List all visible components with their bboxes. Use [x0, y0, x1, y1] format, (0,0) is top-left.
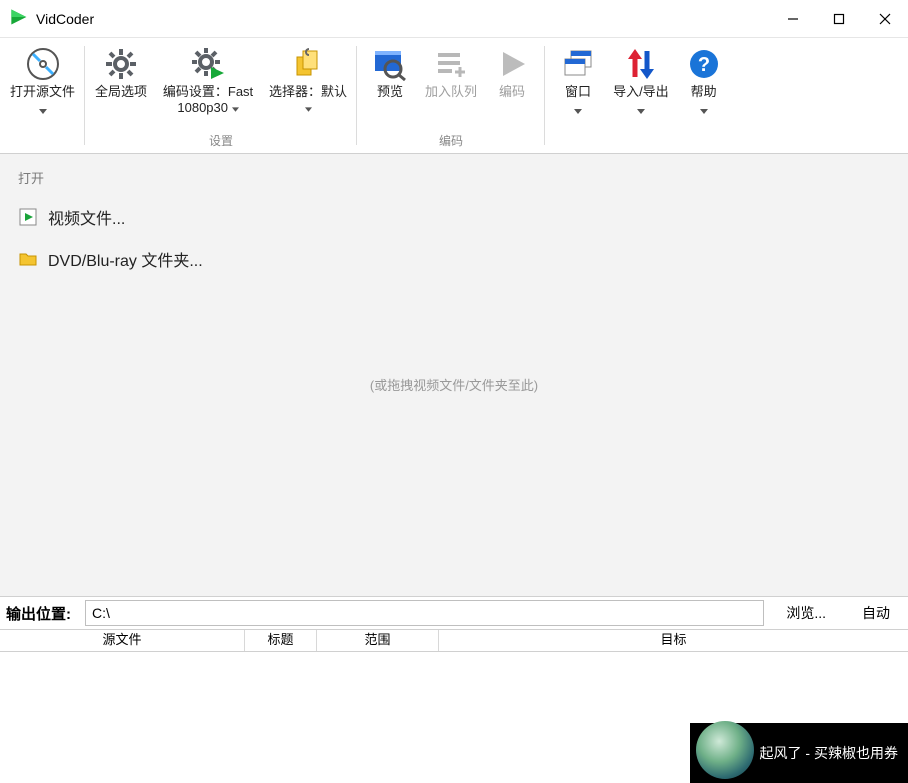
preview-icon — [372, 46, 408, 82]
album-art-icon — [696, 721, 754, 779]
preview-label: 预览 — [377, 84, 403, 100]
output-row: 输出位置: 浏览... 自动 — [0, 596, 908, 630]
encode-group-caption: 编码 — [439, 132, 463, 151]
disc-icon — [25, 46, 61, 82]
chevron-down-icon — [637, 102, 645, 107]
video-file-icon — [18, 207, 38, 227]
col-range[interactable]: 范围 — [317, 630, 439, 651]
auto-button[interactable]: 自动 — [844, 597, 908, 629]
picker-icon — [290, 46, 326, 82]
picker-button[interactable]: 选择器：默认 — [263, 42, 353, 116]
open-source-button[interactable]: 打开源文件 — [4, 42, 81, 107]
open-panel: 打开 视频文件... DVD/Blu-ray 文件夹... (或拖拽视频文件/文… — [0, 154, 908, 596]
open-video-file-label: 视频文件... — [48, 205, 125, 229]
output-path-input[interactable] — [85, 600, 764, 626]
open-header: 打开 — [18, 168, 890, 187]
svg-text:?: ? — [698, 54, 710, 76]
col-target[interactable]: 目标 — [439, 630, 908, 651]
encoding-settings-label: 编码设置：Fast1080p30 — [163, 84, 253, 116]
output-label: 输出位置: — [0, 597, 81, 629]
chevron-down-icon — [39, 102, 47, 107]
window-label: 窗口 — [565, 84, 591, 100]
chevron-down-icon — [700, 102, 708, 107]
import-export-label: 导入/导出 — [613, 84, 669, 100]
close-button[interactable] — [862, 0, 908, 38]
minimize-button[interactable] — [770, 0, 816, 38]
notification-text: 起风了 - 买辣椒也用券 — [760, 743, 898, 763]
global-options-label: 全局选项 — [95, 84, 147, 100]
encode-button[interactable]: 编码 — [483, 42, 541, 100]
encoding-settings-button[interactable]: 编码设置：Fast1080p30 — [153, 42, 263, 116]
col-title[interactable]: 标题 — [245, 630, 317, 651]
window-button[interactable]: 窗口 — [549, 42, 607, 107]
gear-icon — [103, 46, 139, 82]
global-options-button[interactable]: 全局选项 — [89, 42, 153, 116]
open-video-file[interactable]: 视频文件... — [18, 205, 890, 229]
queue-add-icon — [433, 46, 469, 82]
import-export-icon — [623, 46, 659, 82]
add-queue-button[interactable]: 加入队列 — [419, 42, 483, 100]
browse-button[interactable]: 浏览... — [768, 597, 844, 629]
encode-label: 编码 — [499, 84, 525, 100]
settings-group-caption: 设置 — [209, 132, 233, 151]
title-bar: VidCoder — [0, 0, 908, 38]
add-queue-label: 加入队列 — [425, 84, 477, 100]
play-icon — [494, 46, 530, 82]
import-export-button[interactable]: 导入/导出 — [607, 42, 675, 107]
windows-icon — [560, 46, 596, 82]
preview-button[interactable]: 预览 — [361, 42, 419, 100]
gear-play-icon — [190, 46, 226, 82]
col-source[interactable]: 源文件 — [0, 630, 245, 651]
open-source-label: 打开源文件 — [10, 84, 75, 100]
window-title: VidCoder — [36, 11, 94, 27]
drop-hint: (或拖拽视频文件/文件夹至此) — [0, 375, 908, 394]
chevron-down-icon — [574, 102, 582, 107]
music-notification[interactable]: 起风了 - 买辣椒也用券 — [690, 723, 908, 783]
help-label: 帮助 — [691, 84, 717, 100]
maximize-button[interactable] — [816, 0, 862, 38]
queue-table-header: 源文件 标题 范围 目标 — [0, 630, 908, 652]
picker-label: 选择器：默认 — [269, 84, 347, 116]
help-icon: ? — [686, 46, 722, 82]
app-icon — [8, 7, 28, 30]
open-dvd-folder[interactable]: DVD/Blu-ray 文件夹... — [18, 247, 890, 271]
help-button[interactable]: ? 帮助 — [675, 42, 733, 107]
ribbon-toolbar: 打开源文件 全局选项 编码设置：Fast1080p30 — [0, 38, 908, 154]
folder-icon — [18, 249, 38, 269]
open-dvd-folder-label: DVD/Blu-ray 文件夹... — [48, 247, 203, 271]
